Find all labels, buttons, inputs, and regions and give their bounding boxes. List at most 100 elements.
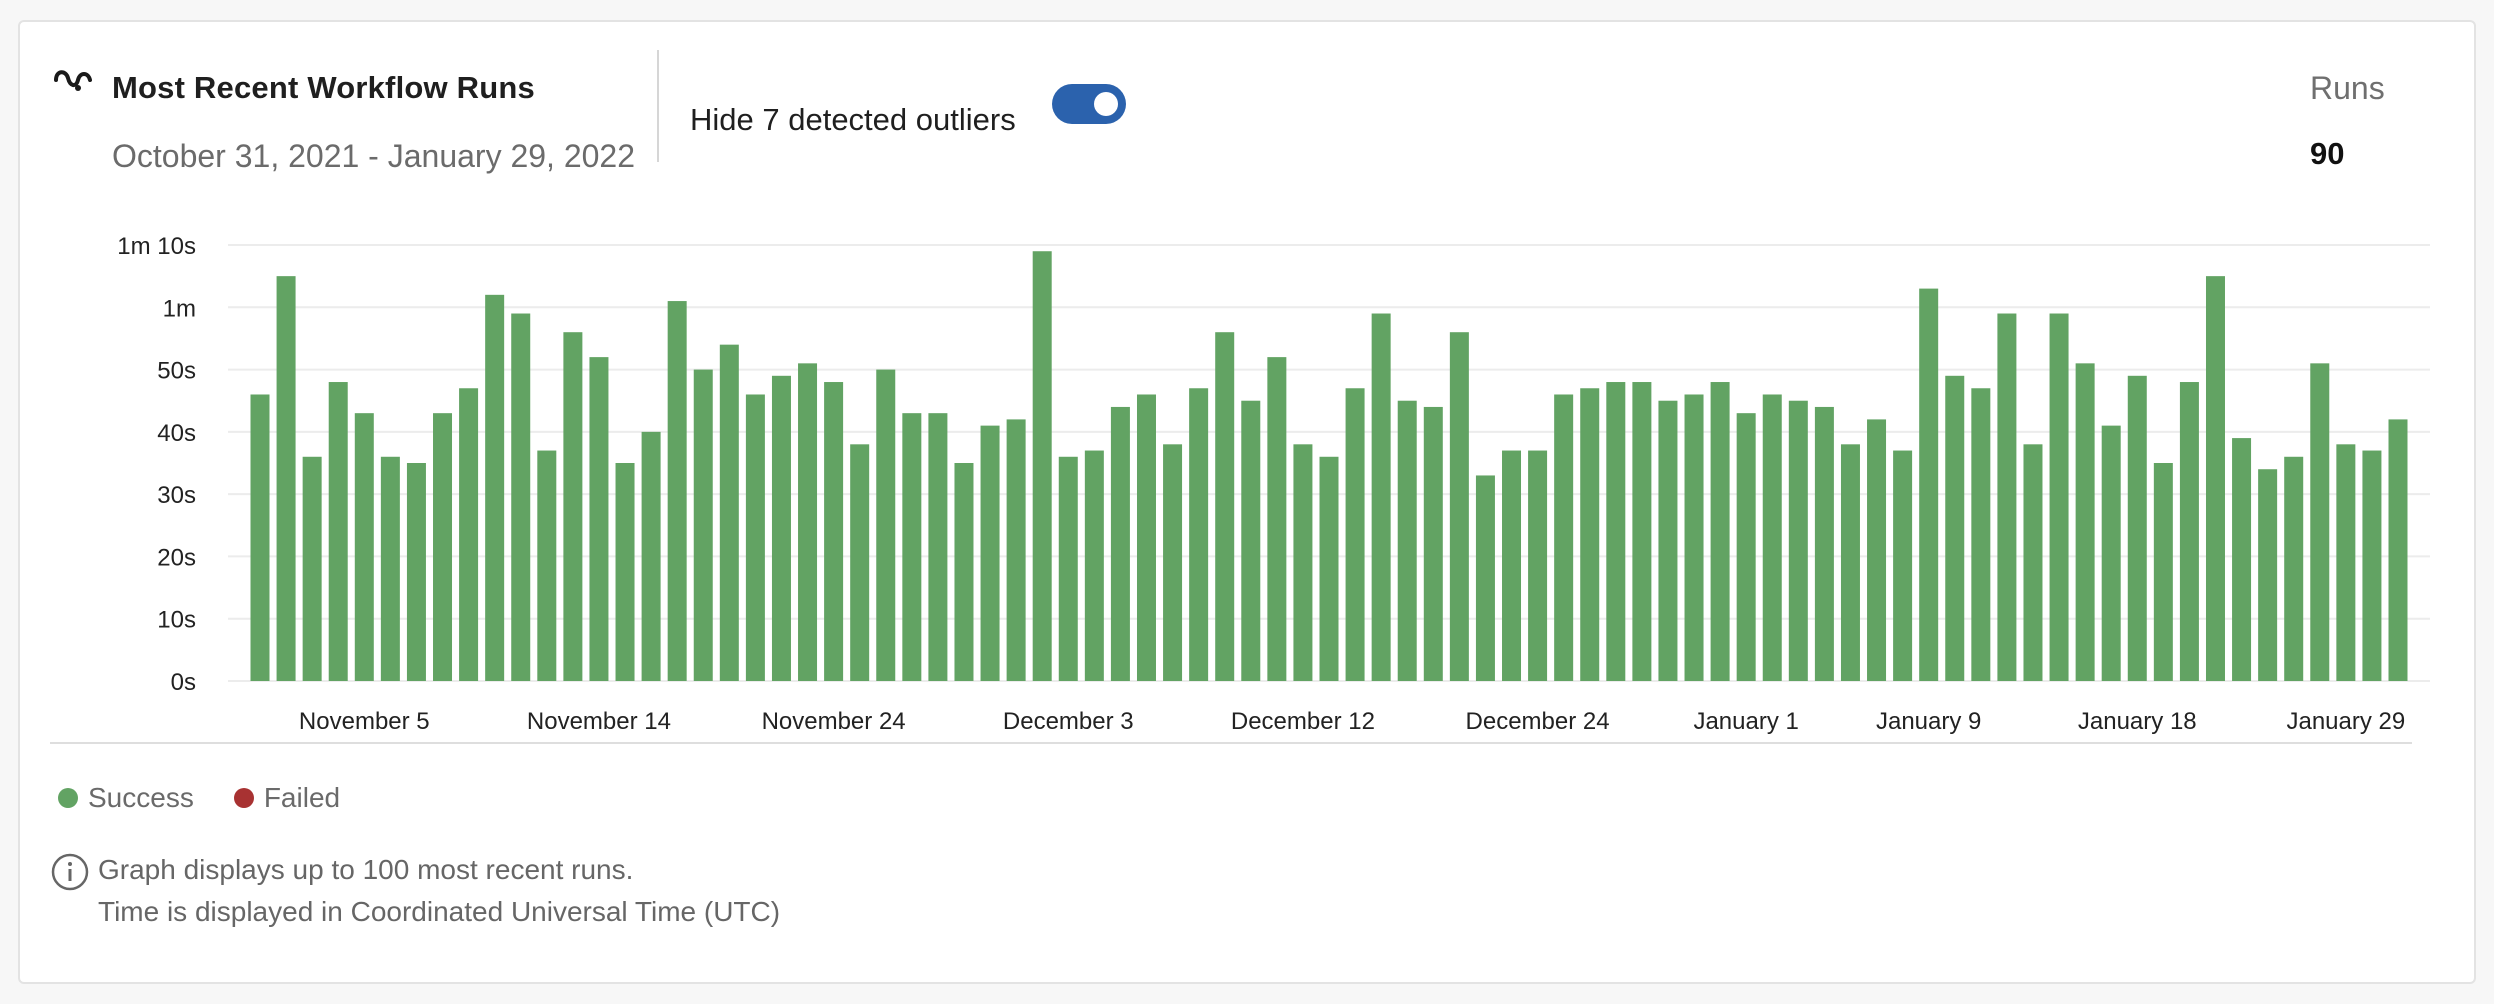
legend-failed[interactable]: Failed <box>233 782 341 814</box>
x-tick-label: December 24 <box>1466 708 1610 735</box>
run-bar <box>1893 450 1913 681</box>
info-note-timezone: Time is displayed in Coordinated Univers… <box>98 896 781 927</box>
run-bar <box>2232 438 2252 681</box>
run-bar <box>1919 288 1939 681</box>
run-bar <box>1788 400 1808 681</box>
run-bar <box>1528 450 1548 681</box>
run-bar <box>1867 419 1887 681</box>
run-bar <box>1084 450 1104 681</box>
run-bar <box>380 456 400 681</box>
run-bar <box>1971 388 1991 681</box>
run-bar <box>1345 388 1365 681</box>
run-bar <box>354 413 374 681</box>
run-bar <box>824 382 844 681</box>
run-bar <box>1658 400 1678 681</box>
run-bar <box>1840 444 1860 681</box>
run-bar <box>693 369 713 681</box>
run-bar <box>1319 456 1339 681</box>
chart-divider <box>50 742 2412 744</box>
info-icon <box>51 853 89 891</box>
run-bar <box>1397 400 1417 681</box>
run-bar <box>980 425 1000 681</box>
run-bar <box>2205 276 2225 681</box>
x-tick-label: December 3 <box>1003 708 1134 735</box>
run-bar <box>2127 375 2147 681</box>
run-bar <box>745 394 765 681</box>
run-bar <box>2049 313 2069 681</box>
run-bar <box>1293 444 1313 681</box>
success-dot-icon <box>58 788 78 808</box>
run-bar <box>1997 313 2017 681</box>
run-bar <box>2362 450 2382 681</box>
run-bar <box>1136 394 1156 681</box>
run-bar <box>2075 363 2095 681</box>
y-tick-label: 1m <box>163 295 196 322</box>
run-bar <box>1736 413 1756 681</box>
run-bar <box>1449 332 1469 681</box>
run-bar <box>302 456 322 681</box>
run-bar <box>250 394 270 681</box>
run-bar <box>1215 332 1235 681</box>
run-bar <box>876 369 896 681</box>
run-bar <box>1580 388 1600 681</box>
run-bar <box>850 444 870 681</box>
x-tick-label: January 18 <box>2078 708 2197 735</box>
run-bar <box>2023 444 2043 681</box>
run-bar <box>1632 382 1652 681</box>
run-bar <box>2310 363 2330 681</box>
run-bar <box>641 431 661 681</box>
run-bar <box>928 413 948 681</box>
x-tick-label: November 24 <box>762 708 906 735</box>
run-bar <box>459 388 479 681</box>
run-bar <box>1241 400 1261 681</box>
legend-failed-label: Failed <box>263 782 341 813</box>
run-bar <box>1684 394 1704 681</box>
run-bar <box>1267 357 1287 681</box>
run-bar <box>1189 388 1209 681</box>
run-bar <box>433 413 453 681</box>
run-bar <box>1423 406 1443 681</box>
run-bar <box>406 463 426 681</box>
run-bar <box>1502 450 1522 681</box>
run-bar <box>1371 313 1391 681</box>
run-bar <box>485 294 505 681</box>
legend-success[interactable]: Success <box>58 782 194 814</box>
legend-success-label: Success <box>88 782 194 813</box>
run-bar <box>1032 251 1052 681</box>
y-tick-label: 0s <box>171 669 196 696</box>
run-bar <box>1814 406 1834 681</box>
run-bar <box>537 450 557 681</box>
run-bar <box>2388 419 2408 681</box>
run-bar <box>1554 394 1574 681</box>
y-tick-label: 40s <box>157 420 196 447</box>
run-bar <box>1110 406 1130 681</box>
run-bar <box>2153 463 2173 681</box>
run-bar <box>276 276 296 681</box>
run-bar <box>328 382 348 681</box>
run-bar <box>1710 382 1730 681</box>
run-bar <box>798 363 818 681</box>
run-bar <box>1945 375 1965 681</box>
run-bar <box>1475 475 1495 681</box>
run-bar <box>2258 469 2278 681</box>
run-bar <box>719 344 739 681</box>
run-bar <box>1006 419 1026 681</box>
run-bar <box>511 313 531 681</box>
chart-legend: Success Failed <box>58 782 380 814</box>
x-tick-label: January 29 <box>2286 708 2405 735</box>
x-tick-label: January 1 <box>1693 708 1798 735</box>
x-tick-label: December 12 <box>1231 708 1375 735</box>
run-bar <box>1606 382 1626 681</box>
run-bar <box>2101 425 2121 681</box>
run-bar <box>1762 394 1782 681</box>
run-bar <box>954 463 974 681</box>
y-tick-label: 1m 10s <box>117 233 196 260</box>
run-bar <box>2336 444 2356 681</box>
run-bar <box>771 375 791 681</box>
run-bar <box>563 332 583 681</box>
run-bar <box>615 463 635 681</box>
run-bar <box>2179 382 2199 681</box>
run-bar <box>667 301 687 681</box>
info-note-runs: Graph displays up to 100 most recent run… <box>98 854 634 885</box>
x-tick-label: November 5 <box>299 708 430 735</box>
